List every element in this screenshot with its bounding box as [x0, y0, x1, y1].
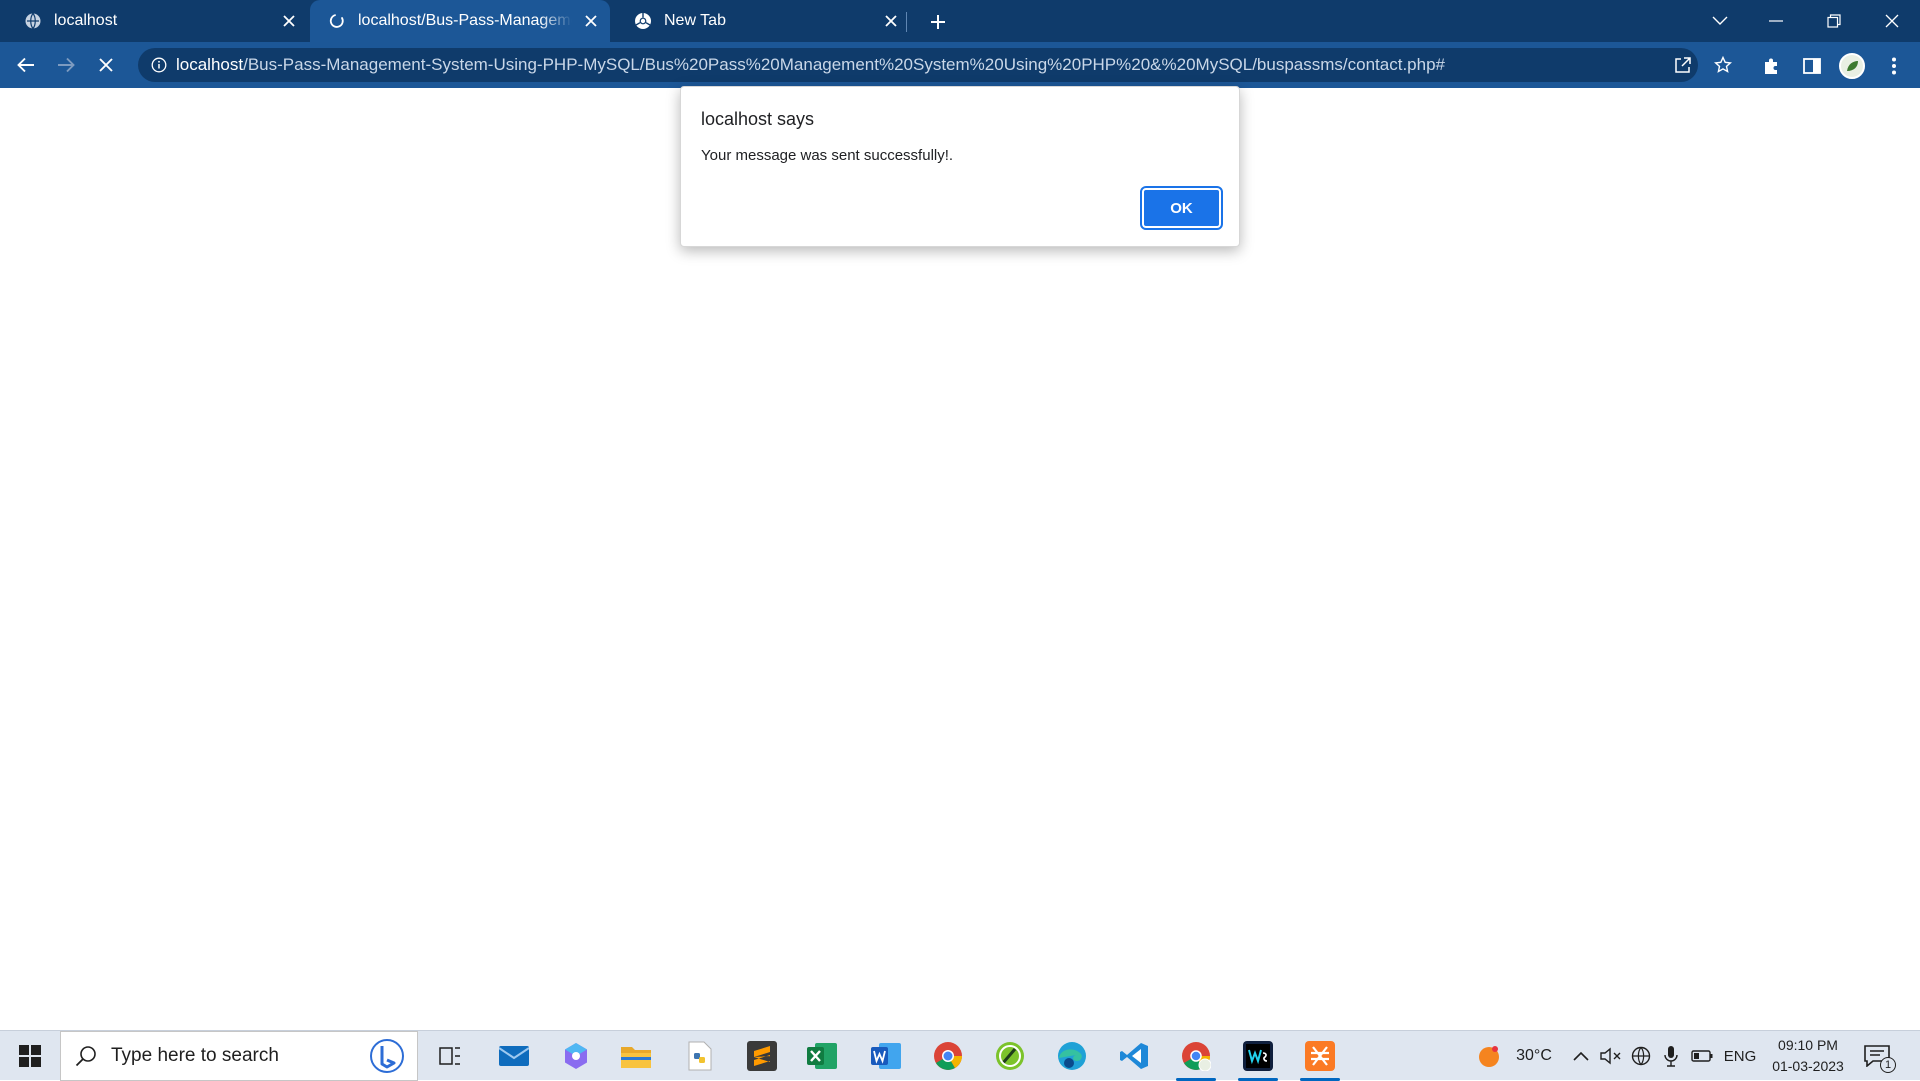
bookmark-button[interactable]: [1708, 50, 1738, 80]
microphone-icon[interactable]: [1658, 1031, 1684, 1081]
tab-title: localhost/Bus-Pass-Management-System: [358, 12, 572, 29]
info-icon[interactable]: [142, 57, 176, 73]
profile-button[interactable]: [1836, 50, 1868, 82]
clock[interactable]: 09:10 PM 01-03-2023: [1760, 1035, 1856, 1077]
network-globe-icon[interactable]: [1628, 1031, 1654, 1081]
arrow-left-icon: [17, 57, 34, 73]
ok-button[interactable]: OK: [1140, 186, 1223, 230]
clock-time: 09:10 PM: [1778, 1037, 1838, 1053]
word-icon[interactable]: [862, 1036, 910, 1076]
taskbar-search[interactable]: Type here to search: [60, 1031, 418, 1081]
tab-title: localhost: [54, 12, 118, 29]
edge-icon[interactable]: [1048, 1036, 1096, 1076]
alert-dialog: localhost says Your message was sent suc…: [680, 86, 1240, 247]
new-tab-button[interactable]: [924, 8, 952, 36]
battery-icon[interactable]: [1688, 1031, 1716, 1081]
close-icon[interactable]: [882, 12, 900, 30]
tab-strip: localhost localhost/Bus-Pass-Management-…: [0, 0, 1920, 42]
windows-icon: [19, 1045, 41, 1067]
menu-button[interactable]: [1878, 50, 1910, 82]
tab-localhost[interactable]: localhost: [0, 0, 308, 42]
dialog-message: Your message was sent successfully!.: [701, 147, 954, 164]
back-button[interactable]: [10, 49, 42, 81]
share-icon: [1675, 57, 1691, 73]
tab-new-tab[interactable]: New Tab: [610, 0, 910, 42]
tab-title: New Tab: [664, 12, 726, 29]
address-bar[interactable]: localhost/Bus-Pass-Management-System-Usi…: [138, 48, 1698, 82]
chrome-icon[interactable]: [924, 1036, 972, 1076]
task-view-icon[interactable]: [426, 1036, 474, 1076]
webstorm-icon[interactable]: [1234, 1036, 1282, 1081]
excel-icon[interactable]: [798, 1036, 846, 1076]
vscode-icon[interactable]: [1110, 1036, 1158, 1076]
tab-search-button[interactable]: [1692, 0, 1748, 42]
plus-icon: [931, 15, 945, 29]
clock-date: 01-03-2023: [1772, 1058, 1844, 1074]
dialog-title: localhost says: [701, 109, 815, 129]
loading-spinner-icon: [329, 14, 344, 28]
url-path: /Bus-Pass-Management-System-Using-PHP-My…: [243, 55, 1445, 74]
url-host: localhost: [176, 55, 244, 74]
speaker-muted-icon[interactable]: [1598, 1031, 1624, 1081]
chevron-down-icon: [1712, 16, 1728, 25]
tab-bus-pass[interactable]: localhost/Bus-Pass-Management-System: [310, 0, 610, 42]
side-panel-button[interactable]: [1796, 50, 1828, 82]
notification-center-button[interactable]: 1: [1862, 1039, 1898, 1073]
bing-icon[interactable]: [369, 1038, 405, 1074]
more-vertical-icon: [1892, 57, 1896, 75]
forward-button[interactable]: [50, 49, 82, 81]
sublime-text-icon[interactable]: [738, 1036, 786, 1076]
chrome-profile-icon[interactable]: [1172, 1036, 1220, 1081]
mail-icon[interactable]: [490, 1036, 538, 1076]
taskbar: Type here to search 30°C ENG 09:10 PM 01…: [0, 1030, 1920, 1081]
arrow-right-icon: [58, 57, 75, 73]
close-window-button[interactable]: [1864, 0, 1920, 42]
globe-icon: [25, 13, 41, 29]
file-explorer-icon[interactable]: [612, 1036, 660, 1076]
search-icon: [75, 1046, 96, 1067]
python-file-icon[interactable]: [676, 1036, 724, 1076]
weather-temp[interactable]: 30°C: [1508, 1031, 1560, 1081]
language-indicator[interactable]: ENG: [1720, 1031, 1760, 1081]
url-text[interactable]: localhost/Bus-Pass-Management-System-Usi…: [176, 55, 1445, 75]
puzzle-icon: [1765, 58, 1777, 74]
close-icon[interactable]: [280, 12, 298, 30]
restore-button[interactable]: [1806, 0, 1862, 42]
start-button[interactable]: [0, 1031, 60, 1081]
copilot-icon[interactable]: [552, 1036, 600, 1076]
stop-icon: [99, 58, 113, 72]
extensions-button[interactable]: [1756, 50, 1788, 82]
notification-count: 1: [1880, 1057, 1896, 1073]
star-icon: [1714, 56, 1732, 73]
search-placeholder: Type here to search: [111, 1045, 279, 1066]
minimize-icon: [1769, 20, 1783, 22]
leaf-avatar-icon: [1847, 61, 1858, 71]
xampp-icon[interactable]: [1296, 1036, 1344, 1081]
chevron-up-icon[interactable]: [1568, 1031, 1594, 1081]
avatar: [1839, 53, 1865, 79]
side-panel-icon: [1803, 58, 1821, 74]
minimize-button[interactable]: [1748, 0, 1804, 42]
share-button[interactable]: [1668, 50, 1698, 80]
close-icon: [1885, 14, 1899, 28]
restore-icon: [1827, 14, 1841, 28]
chrome-icon: [635, 13, 651, 29]
browser-toolbar: localhost/Bus-Pass-Management-System-Usi…: [0, 42, 1920, 88]
stop-loading-button[interactable]: [90, 49, 122, 81]
android-studio-icon[interactable]: [986, 1036, 1034, 1076]
tab-separator: [906, 12, 907, 32]
close-icon[interactable]: [582, 12, 600, 30]
weather-icon[interactable]: [1472, 1031, 1506, 1081]
